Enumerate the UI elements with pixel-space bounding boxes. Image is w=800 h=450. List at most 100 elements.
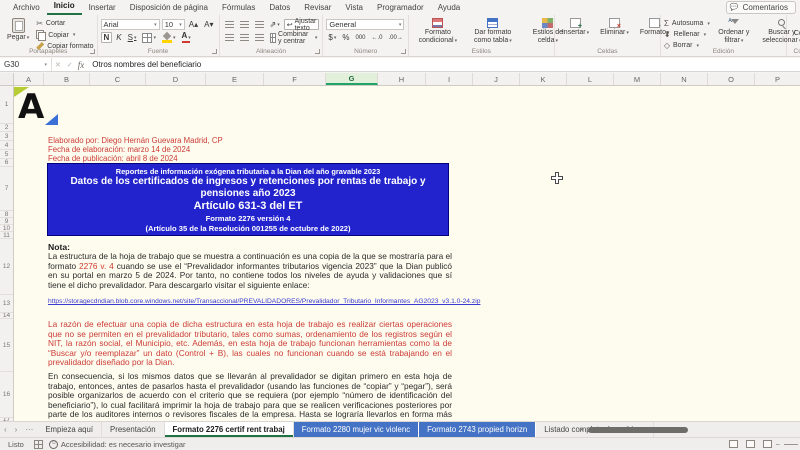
currency-button[interactable]: $ xyxy=(326,32,338,43)
column-header[interactable]: A xyxy=(14,73,44,85)
delete-cells-button[interactable]: Eliminar xyxy=(596,17,633,37)
font-color-button[interactable]: A xyxy=(180,32,193,43)
row-header[interactable]: 13 xyxy=(0,295,13,313)
row-header[interactable]: 3 xyxy=(0,132,13,141)
macro-record-icon[interactable] xyxy=(34,440,43,449)
tab-datos[interactable]: Datos xyxy=(262,1,297,15)
column-header[interactable]: I xyxy=(426,73,473,85)
dialog-launcher-icon[interactable] xyxy=(401,49,406,54)
paste-button[interactable]: Pegar xyxy=(3,17,33,42)
column-header[interactable]: L xyxy=(567,73,614,85)
italic-button[interactable]: K xyxy=(114,32,123,43)
column-header[interactable]: O xyxy=(708,73,755,85)
row-header[interactable]: 6 xyxy=(0,159,13,167)
worksheet[interactable]: 1 2 3 4 5 6 7 8 9 10 11 12 13 14 15 16 1… xyxy=(0,86,800,421)
row-header[interactable]: 9 xyxy=(0,218,13,225)
row-header[interactable]: 15 xyxy=(0,319,13,372)
row-header[interactable]: 12 xyxy=(0,239,13,295)
decrease-decimal-button[interactable]: .00→ xyxy=(387,32,405,43)
tab-formulas[interactable]: Fórmulas xyxy=(215,1,262,15)
zoom-out-icon[interactable]: − xyxy=(776,440,780,449)
formula-bar-input[interactable]: Otros nombres del beneficiario xyxy=(88,60,201,69)
tab-ayuda[interactable]: Ayuda xyxy=(431,1,468,15)
row-header[interactable]: 1 xyxy=(0,86,13,124)
dialog-launcher-icon[interactable] xyxy=(90,49,95,54)
zoom-control[interactable]: − xyxy=(776,440,798,449)
fill-button[interactable]: ⬇Rellenar xyxy=(664,30,710,39)
underline-button[interactable]: S xyxy=(126,32,139,43)
cut-button[interactable]: ✂Cortar xyxy=(36,19,93,28)
accessibility-status[interactable]: Accesibilidad: es necesario investigar xyxy=(61,440,186,449)
percent-button[interactable]: % xyxy=(340,32,351,43)
row-header[interactable]: 10 xyxy=(0,225,13,232)
merge-center-button[interactable]: Combinar y centrar xyxy=(268,32,320,43)
insert-function-icon[interactable]: fx xyxy=(76,60,89,70)
page-break-view-icon[interactable] xyxy=(763,440,772,448)
page-layout-view-icon[interactable] xyxy=(746,440,755,448)
align-center-button[interactable] xyxy=(238,32,251,43)
sheet-nav-more-icon[interactable]: ⋯ xyxy=(21,422,37,437)
row-header[interactable]: 2 xyxy=(0,124,13,132)
tab-inicio[interactable]: Inicio xyxy=(47,0,82,15)
sort-filter-button[interactable]: Ordenar y filtrar xyxy=(713,17,755,46)
addins-button[interactable]: Complementos xyxy=(790,17,800,38)
row-header[interactable]: 8 xyxy=(0,211,13,218)
zoom-slider[interactable] xyxy=(784,444,798,445)
prevalidador-link[interactable]: https://storagecdndian.blob.core.windows… xyxy=(48,298,480,305)
sheet-tab-empieza-aqui[interactable]: Empieza aquí xyxy=(37,422,102,437)
scrollbar-thumb[interactable] xyxy=(588,427,688,433)
sheet-tab-formato-2743[interactable]: Formato 2743 propied horizn xyxy=(419,422,536,437)
wrap-text-button[interactable]: ↩Ajustar texto xyxy=(284,19,320,30)
borders-button[interactable] xyxy=(140,32,158,43)
fill-color-button[interactable] xyxy=(160,32,178,43)
column-header[interactable]: K xyxy=(520,73,567,85)
comma-style-button[interactable]: 000 xyxy=(353,32,367,43)
sheet-tab-formato-2276-active[interactable]: Formato 2276 certif rent trabaj xyxy=(165,422,294,437)
orientation-button[interactable]: ⇗ xyxy=(268,19,282,30)
tab-archivo[interactable]: Archivo xyxy=(6,1,47,15)
tab-insertar[interactable]: Insertar xyxy=(82,1,123,15)
conditional-formatting-button[interactable]: Formato condicional xyxy=(412,17,464,46)
name-box[interactable]: G30 xyxy=(0,58,52,71)
column-header[interactable]: C xyxy=(90,73,146,85)
tab-vista[interactable]: Vista xyxy=(338,1,370,15)
column-header[interactable]: H xyxy=(378,73,426,85)
column-header[interactable]: B xyxy=(44,73,90,85)
column-header[interactable]: F xyxy=(264,73,326,85)
decrease-font-button[interactable]: A▾ xyxy=(202,19,215,30)
column-header[interactable]: D xyxy=(146,73,206,85)
increase-decimal-button[interactable]: ←.0 xyxy=(370,32,385,43)
increase-font-button[interactable]: A▴ xyxy=(187,19,200,30)
number-format-select[interactable]: General xyxy=(326,19,404,30)
cancel-icon[interactable]: ✕ xyxy=(52,61,64,69)
align-middle-button[interactable] xyxy=(238,19,251,30)
row-header[interactable]: 11 xyxy=(0,232,13,239)
normal-view-icon[interactable] xyxy=(729,440,738,448)
scroll-left-icon[interactable]: ◂ xyxy=(580,427,583,433)
column-header[interactable]: P xyxy=(755,73,800,85)
comments-button[interactable]: Comentarios xyxy=(726,1,796,14)
row-header[interactable]: 5 xyxy=(0,150,13,159)
column-header[interactable]: N xyxy=(661,73,708,85)
align-right-button[interactable] xyxy=(253,32,266,43)
row-header[interactable]: 7 xyxy=(0,167,13,211)
column-header-selected[interactable]: G xyxy=(326,73,378,85)
tab-programador[interactable]: Programador xyxy=(370,1,431,15)
column-header[interactable]: M xyxy=(614,73,661,85)
align-top-button[interactable] xyxy=(223,19,236,30)
font-size-select[interactable]: 10 xyxy=(162,19,185,30)
row-header[interactable]: 4 xyxy=(0,141,13,150)
row-header[interactable]: 16 xyxy=(0,372,13,418)
bold-button[interactable]: N xyxy=(101,32,113,43)
sheet-tab-formato-2280[interactable]: Formato 2280 mujer vic violenc xyxy=(294,422,419,437)
dialog-launcher-icon[interactable] xyxy=(315,49,320,54)
sheet-nav-left-icon[interactable]: ‹ xyxy=(0,422,11,437)
dialog-launcher-icon[interactable] xyxy=(212,49,217,54)
enter-icon[interactable]: ✓ xyxy=(64,61,76,69)
tab-disposicion[interactable]: Disposición de página xyxy=(123,1,215,15)
font-name-select[interactable]: Arial xyxy=(101,19,160,30)
insert-cells-button[interactable]: Insertar xyxy=(558,17,593,37)
tab-revisar[interactable]: Revisar xyxy=(297,1,338,15)
align-bottom-button[interactable] xyxy=(253,19,266,30)
align-left-button[interactable] xyxy=(223,32,236,43)
